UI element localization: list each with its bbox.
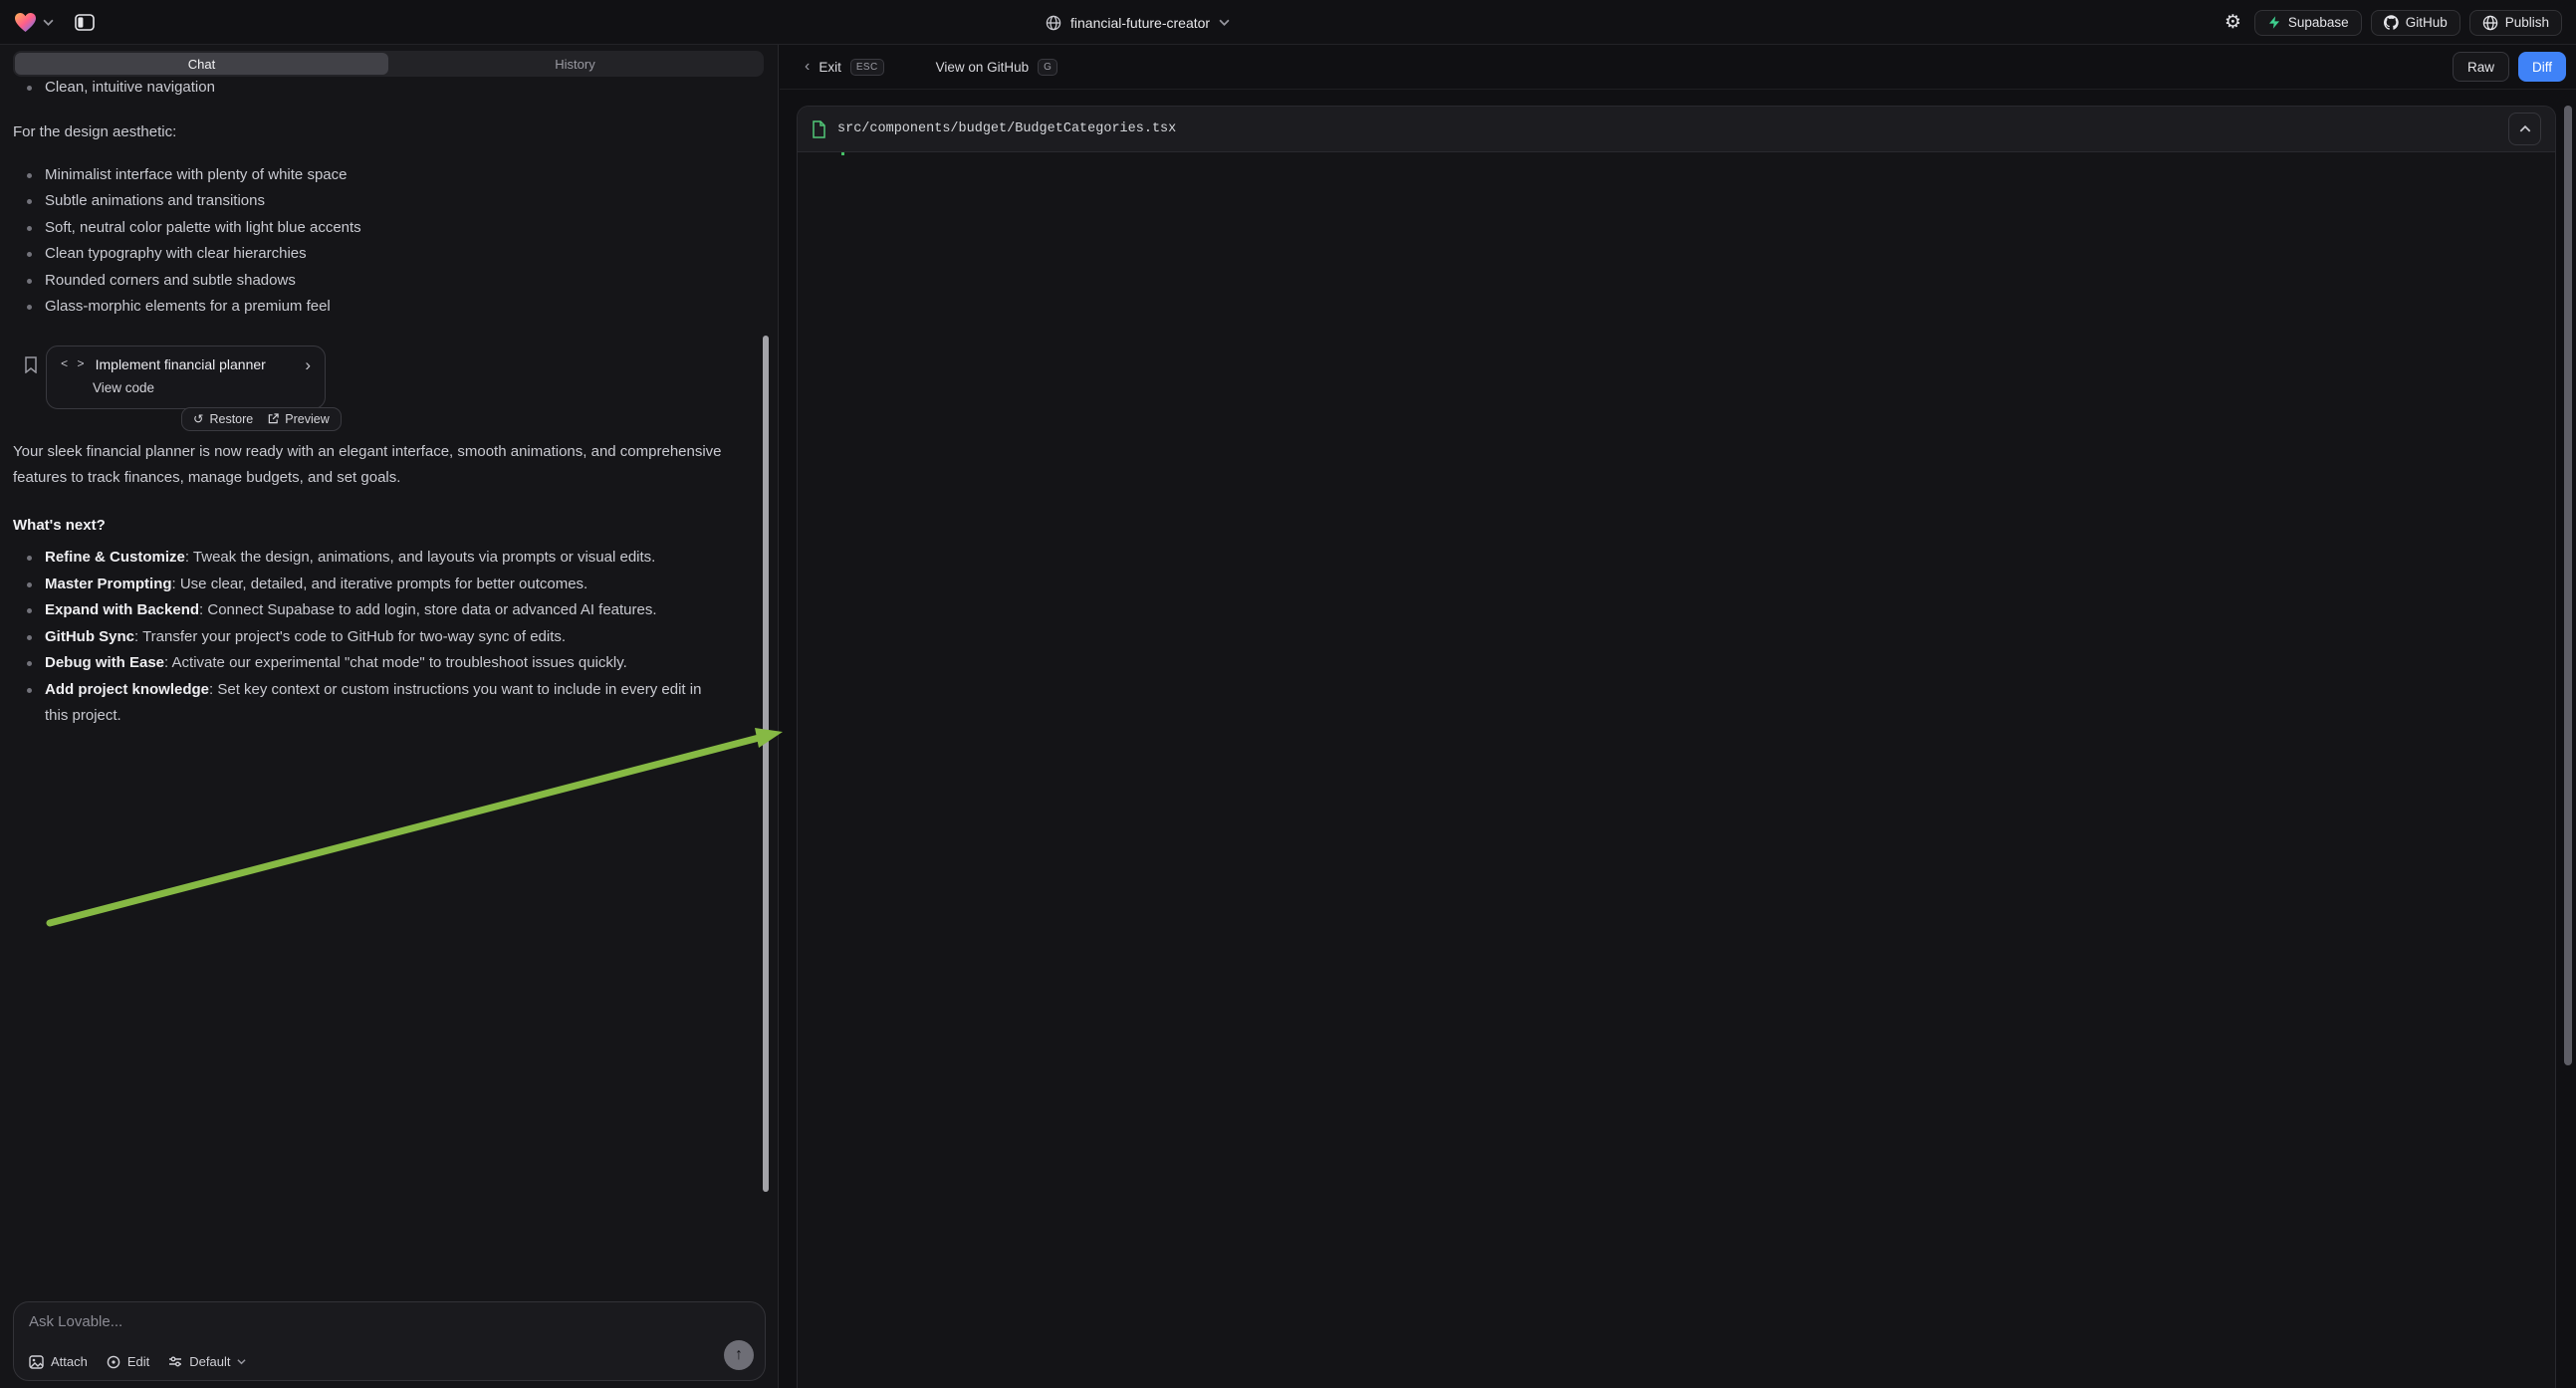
tab-chat[interactable]: Chat	[15, 53, 388, 75]
file-path: src/components/budget/BudgetCategories.t…	[837, 121, 2497, 136]
list-item: Glass-morphic elements for a premium fee…	[13, 294, 755, 321]
list-item: GitHub Sync: Transfer your project's cod…	[13, 624, 755, 651]
exit-kbd-badge: esc	[850, 59, 884, 76]
code-scrollbar[interactable]	[2564, 106, 2572, 1065]
mode-selector[interactable]: Default	[168, 1354, 246, 1369]
lovable-logo-icon[interactable]	[14, 12, 37, 33]
exit-chevron-icon: ‹	[805, 58, 810, 76]
chat-paragraph: Your sleek financial planner is now read…	[13, 439, 755, 491]
chat-scrollbar[interactable]	[763, 336, 769, 1192]
collapse-file-button[interactable]	[2508, 113, 2541, 145]
github-button[interactable]: GitHub	[2371, 10, 2460, 36]
chat-paragraph: For the design aesthetic:	[13, 119, 755, 145]
supabase-button[interactable]: Supabase	[2254, 10, 2362, 36]
tab-history[interactable]: History	[388, 53, 762, 75]
diff-added-bar	[841, 152, 844, 155]
send-button[interactable]: ↑	[724, 1340, 754, 1370]
preview-button[interactable]: Preview	[268, 412, 329, 426]
bullet-list: Clean, intuitive navigation	[13, 75, 755, 102]
logo-menu-chevron-icon[interactable]	[43, 19, 54, 26]
list-item: Debug with Ease: Activate our experiment…	[13, 650, 755, 677]
bookmark-icon[interactable]	[24, 356, 38, 373]
publish-globe-icon	[2482, 15, 2498, 31]
diff-toggle-button[interactable]: Diff	[2518, 52, 2566, 82]
version-card-row: < > Implement financial planner ›	[61, 356, 311, 373]
mode-chevron-icon	[237, 1358, 246, 1365]
list-item: Subtle animations and transitions	[13, 188, 755, 215]
github-octocat-icon	[2384, 15, 2399, 30]
project-switcher[interactable]: financial-future-creator	[1046, 0, 1230, 45]
code-panel: ‹ Exit esc View on GitHub G Raw Diff src…	[780, 45, 2576, 1388]
list-item: Expand with Backend: Connect Supabase to…	[13, 597, 755, 624]
code-editor[interactable]	[798, 152, 2555, 155]
preview-external-icon	[268, 413, 279, 424]
list-item: Minimalist interface with plenty of whit…	[13, 162, 755, 189]
list-item: Clean, intuitive navigation	[13, 75, 755, 102]
file-card: src/components/budget/BudgetCategories.t…	[797, 106, 2556, 1388]
list-item: Soft, neutral color palette with light b…	[13, 215, 755, 242]
file-added-icon	[812, 120, 826, 138]
sidebar-toggle-button[interactable]	[70, 8, 100, 38]
supabase-bolt-icon	[2267, 15, 2281, 30]
restore-icon: ↺	[193, 411, 203, 426]
bullet-list: Minimalist interface with plenty of whit…	[13, 162, 755, 321]
chat-message-list: Clean, intuitive navigation For the desig…	[13, 75, 755, 730]
list-item: Clean typography with clear hierarchies	[13, 241, 755, 268]
code-icon: < >	[61, 357, 86, 371]
restore-preview-pill: ↺Restore Preview	[181, 407, 342, 431]
topbar: financial-future-creator ⚙ Supabase GitH…	[0, 0, 2576, 45]
view-code-link[interactable]: View code	[93, 380, 311, 395]
mode-label: Default	[189, 1354, 230, 1369]
settings-gear-icon[interactable]: ⚙	[2225, 13, 2241, 32]
github-label: GitHub	[2406, 15, 2448, 30]
attach-button[interactable]: Attach	[29, 1354, 88, 1369]
attach-image-icon	[29, 1355, 44, 1369]
chat-history-tabs: Chat History	[13, 51, 764, 77]
supabase-label: Supabase	[2288, 15, 2349, 30]
file-header[interactable]: src/components/budget/BudgetCategories.t…	[798, 107, 2555, 152]
raw-toggle-button[interactable]: Raw	[2453, 52, 2509, 82]
version-card[interactable]: < > Implement financial planner › View code…	[46, 346, 326, 409]
publish-label: Publish	[2505, 15, 2549, 30]
restore-button[interactable]: ↺Restore	[193, 411, 253, 426]
list-item: Rounded corners and subtle shadows	[13, 268, 755, 295]
project-chevron-down-icon	[1219, 19, 1230, 26]
code-header: ‹ Exit esc View on GitHub G Raw Diff	[780, 45, 2576, 90]
view-on-github-button[interactable]: View on GitHub	[936, 60, 1030, 75]
exit-button[interactable]: Exit	[819, 60, 841, 75]
edit-mode-button[interactable]: Edit	[107, 1354, 149, 1369]
chat-heading: What's next?	[13, 513, 755, 540]
chevron-right-icon[interactable]: ›	[305, 356, 311, 373]
sliders-icon	[168, 1355, 182, 1368]
list-item: Refine & Customize: Tweak the design, an…	[13, 545, 755, 572]
chat-panel: Chat History Clean, intuitive navigation…	[0, 45, 779, 1388]
edit-target-icon	[107, 1355, 120, 1369]
publish-button[interactable]: Publish	[2469, 10, 2562, 36]
project-title: financial-future-creator	[1070, 15, 1210, 31]
attach-label: Attach	[51, 1354, 88, 1369]
list-item: Add project knowledge: Set key context o…	[13, 677, 755, 730]
chat-input[interactable]: Ask Lovable...	[29, 1313, 122, 1330]
version-card-title: Implement financial planner	[96, 356, 296, 372]
lovable-app: financial-future-creator ⚙ Supabase GitH…	[0, 0, 2576, 1388]
project-globe-icon	[1046, 15, 1061, 31]
github-kbd-badge: G	[1038, 59, 1057, 76]
composer[interactable]: Ask Lovable... Attach Edit Default ↑	[13, 1301, 766, 1381]
list-item: Master Prompting: Use clear, detailed, a…	[13, 572, 755, 598]
bullet-list: Refine & Customize: Tweak the design, an…	[13, 545, 755, 730]
edit-label: Edit	[127, 1354, 149, 1369]
